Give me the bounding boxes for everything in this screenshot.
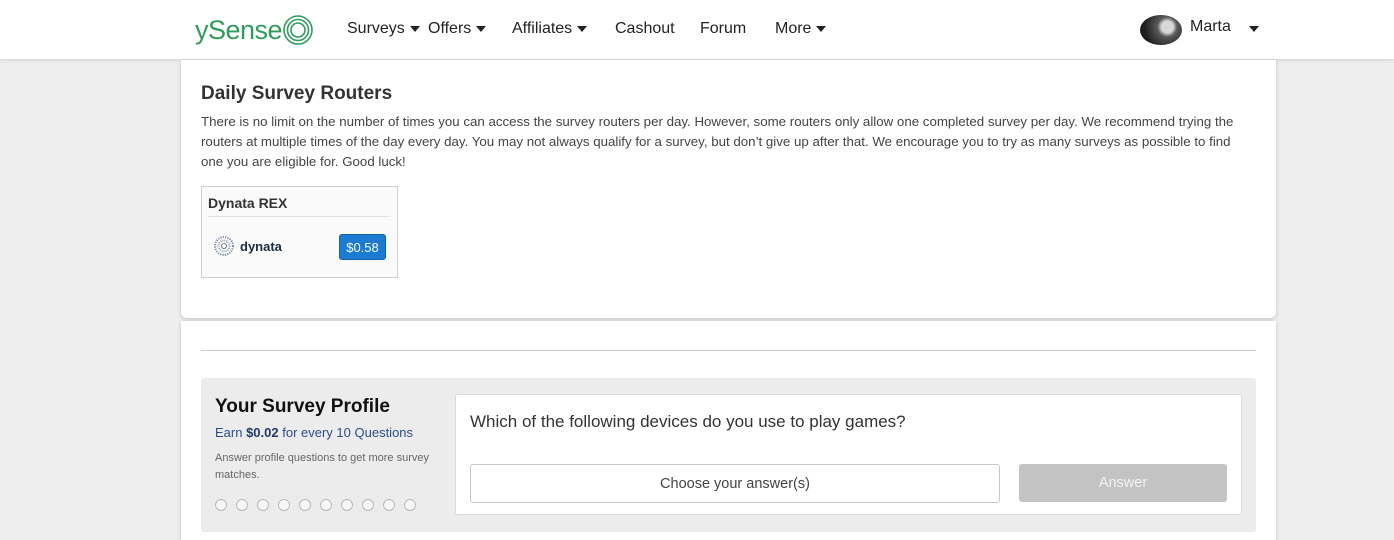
nav-forum[interactable]: Forum [700, 20, 746, 38]
answer-button[interactable]: Answer [1019, 464, 1227, 502]
dynata-logo: dynata [214, 236, 282, 256]
routers-description: There is no limit on the number of times… [201, 114, 1234, 169]
profile-hint: Answer profile questions to get more sur… [215, 452, 429, 481]
nav-affiliates-label: Affiliates [512, 20, 573, 37]
nav-cashout-label: Cashout [615, 20, 675, 37]
nav-more[interactable]: More [775, 20, 827, 38]
progress-dot [362, 499, 374, 511]
profile-earn-text: Earn $0.02 for every 10 Questions [215, 425, 413, 440]
logo-text: ySense [195, 14, 283, 45]
routers-card: Daily Survey Routers There is no limit o… [181, 60, 1276, 318]
top-navbar: ySense Surveys Offers Affiliates Cashout… [0, 0, 1394, 60]
user-menu-caret-icon[interactable] [1249, 26, 1259, 32]
progress-dot [299, 499, 311, 511]
caret-down-icon [476, 26, 487, 32]
router-title: Dynata REX [208, 195, 288, 211]
nav-forum-label: Forum [700, 20, 747, 37]
progress-dot [320, 499, 332, 511]
progress-dot [404, 499, 416, 511]
dynata-brand-text: dynata [240, 238, 282, 254]
progress-dot [215, 499, 227, 511]
answer-select[interactable]: Choose your answer(s) [470, 464, 1000, 503]
question-panel: Which of the following devices do you us… [455, 394, 1242, 515]
nav-offers-label: Offers [428, 20, 472, 37]
ysense-logo[interactable]: ySense [195, 10, 317, 50]
router-dynata-rex[interactable]: Dynata REX dynata $0.58 [201, 186, 398, 278]
profile-question: Which of the following devices do you us… [470, 412, 906, 431]
nav-offers[interactable]: Offers [428, 20, 487, 38]
progress-dot [341, 499, 353, 511]
nav-cashout[interactable]: Cashout [615, 20, 675, 38]
router-price-button[interactable]: $0.58 [339, 234, 386, 260]
progress-dot [383, 499, 395, 511]
logo-swirl-icon [283, 15, 313, 45]
profile-card: Your Survey Profile Earn $0.02 for every… [181, 321, 1276, 540]
router-divider [208, 216, 391, 217]
survey-profile-box: Your Survey Profile Earn $0.02 for every… [201, 378, 1256, 532]
avatar[interactable] [1140, 15, 1182, 45]
caret-down-icon [816, 26, 827, 32]
nav-affiliates[interactable]: Affiliates [512, 20, 588, 38]
profile-title: Your Survey Profile [215, 396, 390, 417]
earn-amount: $0.02 [246, 425, 279, 440]
caret-down-icon [409, 26, 420, 32]
earn-prefix: Earn [215, 425, 247, 440]
routers-heading: Daily Survey Routers [201, 83, 393, 104]
dynata-sunburst-icon [214, 236, 234, 256]
progress-dot [278, 499, 290, 511]
caret-down-icon [577, 26, 588, 32]
divider [201, 350, 1256, 351]
earn-suffix: for every 10 Questions [278, 425, 414, 440]
progress-dot [236, 499, 248, 511]
profile-progress-dots [215, 499, 416, 511]
progress-dot [257, 499, 269, 511]
nav-more-label: More [775, 20, 812, 37]
user-name[interactable]: Marta [1190, 18, 1231, 36]
nav-surveys[interactable]: Surveys [347, 20, 420, 38]
nav-surveys-label: Surveys [347, 20, 405, 37]
